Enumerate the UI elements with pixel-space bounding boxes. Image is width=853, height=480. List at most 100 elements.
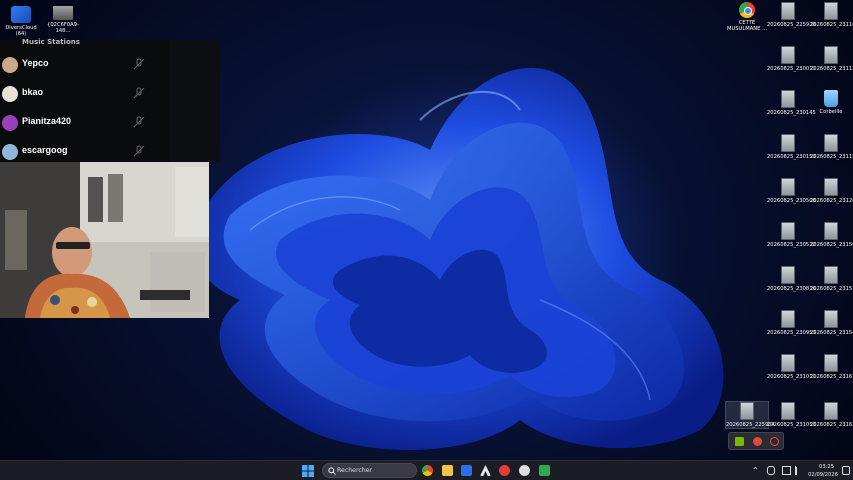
desktop-icon[interactable]: 20260825_231100	[810, 2, 853, 28]
file-icon	[824, 222, 838, 240]
desktop-icon[interactable]: 20260825_230522	[767, 222, 816, 248]
avatar	[2, 115, 18, 131]
image-thumbnail-icon	[53, 6, 73, 20]
desktop-icon[interactable]: 20260825_231201	[810, 178, 853, 204]
desktop-icon[interactable]: 20260825_231011	[767, 354, 816, 380]
desktop-icon-label: 20260825_231510	[810, 286, 853, 292]
desktop-icon[interactable]: 20260825_231123	[810, 46, 853, 72]
clock-time[interactable]: 03:25	[804, 464, 834, 470]
recycle-bin-icon	[824, 90, 838, 107]
desktop-icon-label: 20260825_231546	[810, 330, 853, 336]
microphone-icon[interactable]	[767, 466, 775, 475]
desktop-icon-label: 20260825_231156	[810, 154, 853, 160]
desktop-icon[interactable]: 20260825_230011	[767, 46, 816, 72]
desktop-icon-label: 20260825_225928	[767, 22, 816, 28]
overwolf-icon[interactable]	[519, 465, 530, 476]
obs-icon[interactable]	[499, 465, 510, 476]
muted-microphone-icon[interactable]	[133, 87, 145, 99]
muted-microphone-icon[interactable]	[133, 145, 145, 157]
desktop-icon[interactable]: 20260825_230508	[767, 178, 816, 204]
desktop-icon[interactable]: 20260825_231510	[810, 266, 853, 292]
station-item[interactable]: Yepco	[0, 55, 170, 75]
file-icon	[824, 354, 838, 372]
windows-start-icon[interactable]	[302, 465, 314, 477]
capcut-icon[interactable]	[480, 465, 491, 476]
station-item[interactable]: bkao	[0, 84, 170, 104]
avatar	[2, 57, 18, 73]
file-icon	[740, 402, 754, 420]
desktop-icon[interactable]: CETTE MUSULMANE ...	[726, 2, 768, 32]
notifications-icon[interactable]	[842, 466, 850, 475]
microphone-app-icon[interactable]	[753, 437, 762, 446]
desktop-icon-diverscloud[interactable]: DiversCloud (64)	[0, 6, 42, 37]
chrome-taskbar-icon[interactable]	[422, 465, 433, 476]
desktop-icon-label: 20260825_231500	[810, 242, 853, 248]
desktop-icon-label: 20260825_231053	[767, 422, 816, 428]
file-icon	[824, 402, 838, 420]
store-icon[interactable]	[461, 465, 472, 476]
station-name: Pianitza420	[22, 116, 72, 126]
desktop-icon-label: Corbeille	[819, 109, 843, 115]
nvidia-icon[interactable]	[735, 437, 744, 446]
desktop-icon[interactable]: 20260825_231618	[810, 354, 853, 380]
file-icon	[824, 178, 838, 196]
desktop-icon[interactable]: 20260825_230953	[767, 310, 816, 336]
desktop-icon[interactable]: 20260825_231156	[810, 134, 853, 160]
file-icon	[781, 266, 795, 284]
desktop-icon[interactable]: 20260825_230816	[767, 266, 816, 292]
speaker-icon[interactable]	[795, 466, 803, 475]
desktop-icon[interactable]: 20260825_231053	[767, 402, 816, 428]
desktop-icon[interactable]: 20260825_231500	[810, 222, 853, 248]
desktop-icon-label: 20260825_230508	[767, 198, 816, 204]
desktop-icon[interactable]: 20260825_230145	[767, 90, 816, 116]
file-icon	[824, 46, 838, 64]
chrome-icon	[739, 2, 755, 18]
desktop-icon-label: 20260825_230145	[767, 110, 816, 116]
desktop-icon-label: CETTE MUSULMANE ...	[726, 20, 768, 32]
muted-microphone-icon[interactable]	[133, 116, 145, 128]
avatar	[2, 144, 18, 160]
chevron-up-icon[interactable]: ⌃	[752, 466, 759, 475]
desktop-icon[interactable]: 20260825_231636	[810, 402, 853, 428]
webcam-overlay	[0, 162, 209, 318]
station-name: bkao	[22, 87, 44, 97]
desktop-icon[interactable]: Corbeille	[810, 90, 852, 115]
file-icon	[824, 266, 838, 284]
station-item[interactable]: Pianitza420	[0, 113, 170, 133]
desktop-icon-label: 20260825_230953	[767, 330, 816, 336]
file-icon	[781, 46, 795, 64]
station-name: escargoog	[22, 145, 68, 155]
file-icon	[781, 354, 795, 372]
file-icon	[824, 2, 838, 20]
desktop-icon-label: 20260825_231636	[810, 422, 853, 428]
desktop-icon-label: 20260825_230522	[767, 242, 816, 248]
webcam-feed	[0, 162, 209, 318]
desktop-icon[interactable]: 20260825_231546	[810, 310, 853, 336]
taskbar-search-box[interactable]: Rechercher	[322, 463, 417, 478]
file-icon	[824, 134, 838, 152]
station-name: Yepco	[22, 58, 49, 68]
spreadsheet-icon[interactable]	[539, 465, 550, 476]
desktop-icon[interactable]: 20260825_225904	[725, 401, 775, 429]
tray-overflow-popup	[728, 432, 784, 450]
desktop-icon-label: 20260825_230011	[767, 66, 816, 72]
desktop-icon-label: 20260825_231123	[810, 66, 853, 72]
desktop-icon-image[interactable]: {02C6F0A9-148...	[42, 6, 84, 34]
panel-header: Music Stations	[22, 38, 80, 46]
muted-microphone-icon[interactable]	[133, 58, 145, 70]
display-icon[interactable]	[782, 466, 791, 475]
file-icon	[781, 222, 795, 240]
file-icon	[781, 90, 795, 108]
desktop-icon-label: 20260825_231618	[810, 374, 853, 380]
station-item[interactable]: escargoog	[0, 142, 170, 162]
drive-cloud-icon	[11, 6, 31, 23]
record-icon[interactable]	[770, 437, 779, 446]
clock-date[interactable]: 02/09/2026	[804, 472, 838, 478]
panel-side-area	[170, 40, 220, 162]
avatar	[2, 86, 18, 102]
desktop-icon[interactable]: 20260825_225928	[767, 2, 816, 28]
file-explorer-icon[interactable]	[442, 465, 453, 476]
desktop-icon[interactable]: 20260825_230153	[767, 134, 816, 160]
desktop-icon-label: 20260825_230153	[767, 154, 816, 160]
taskbar: Rechercher ⌃ 03:25 02/09/2026	[0, 460, 853, 480]
